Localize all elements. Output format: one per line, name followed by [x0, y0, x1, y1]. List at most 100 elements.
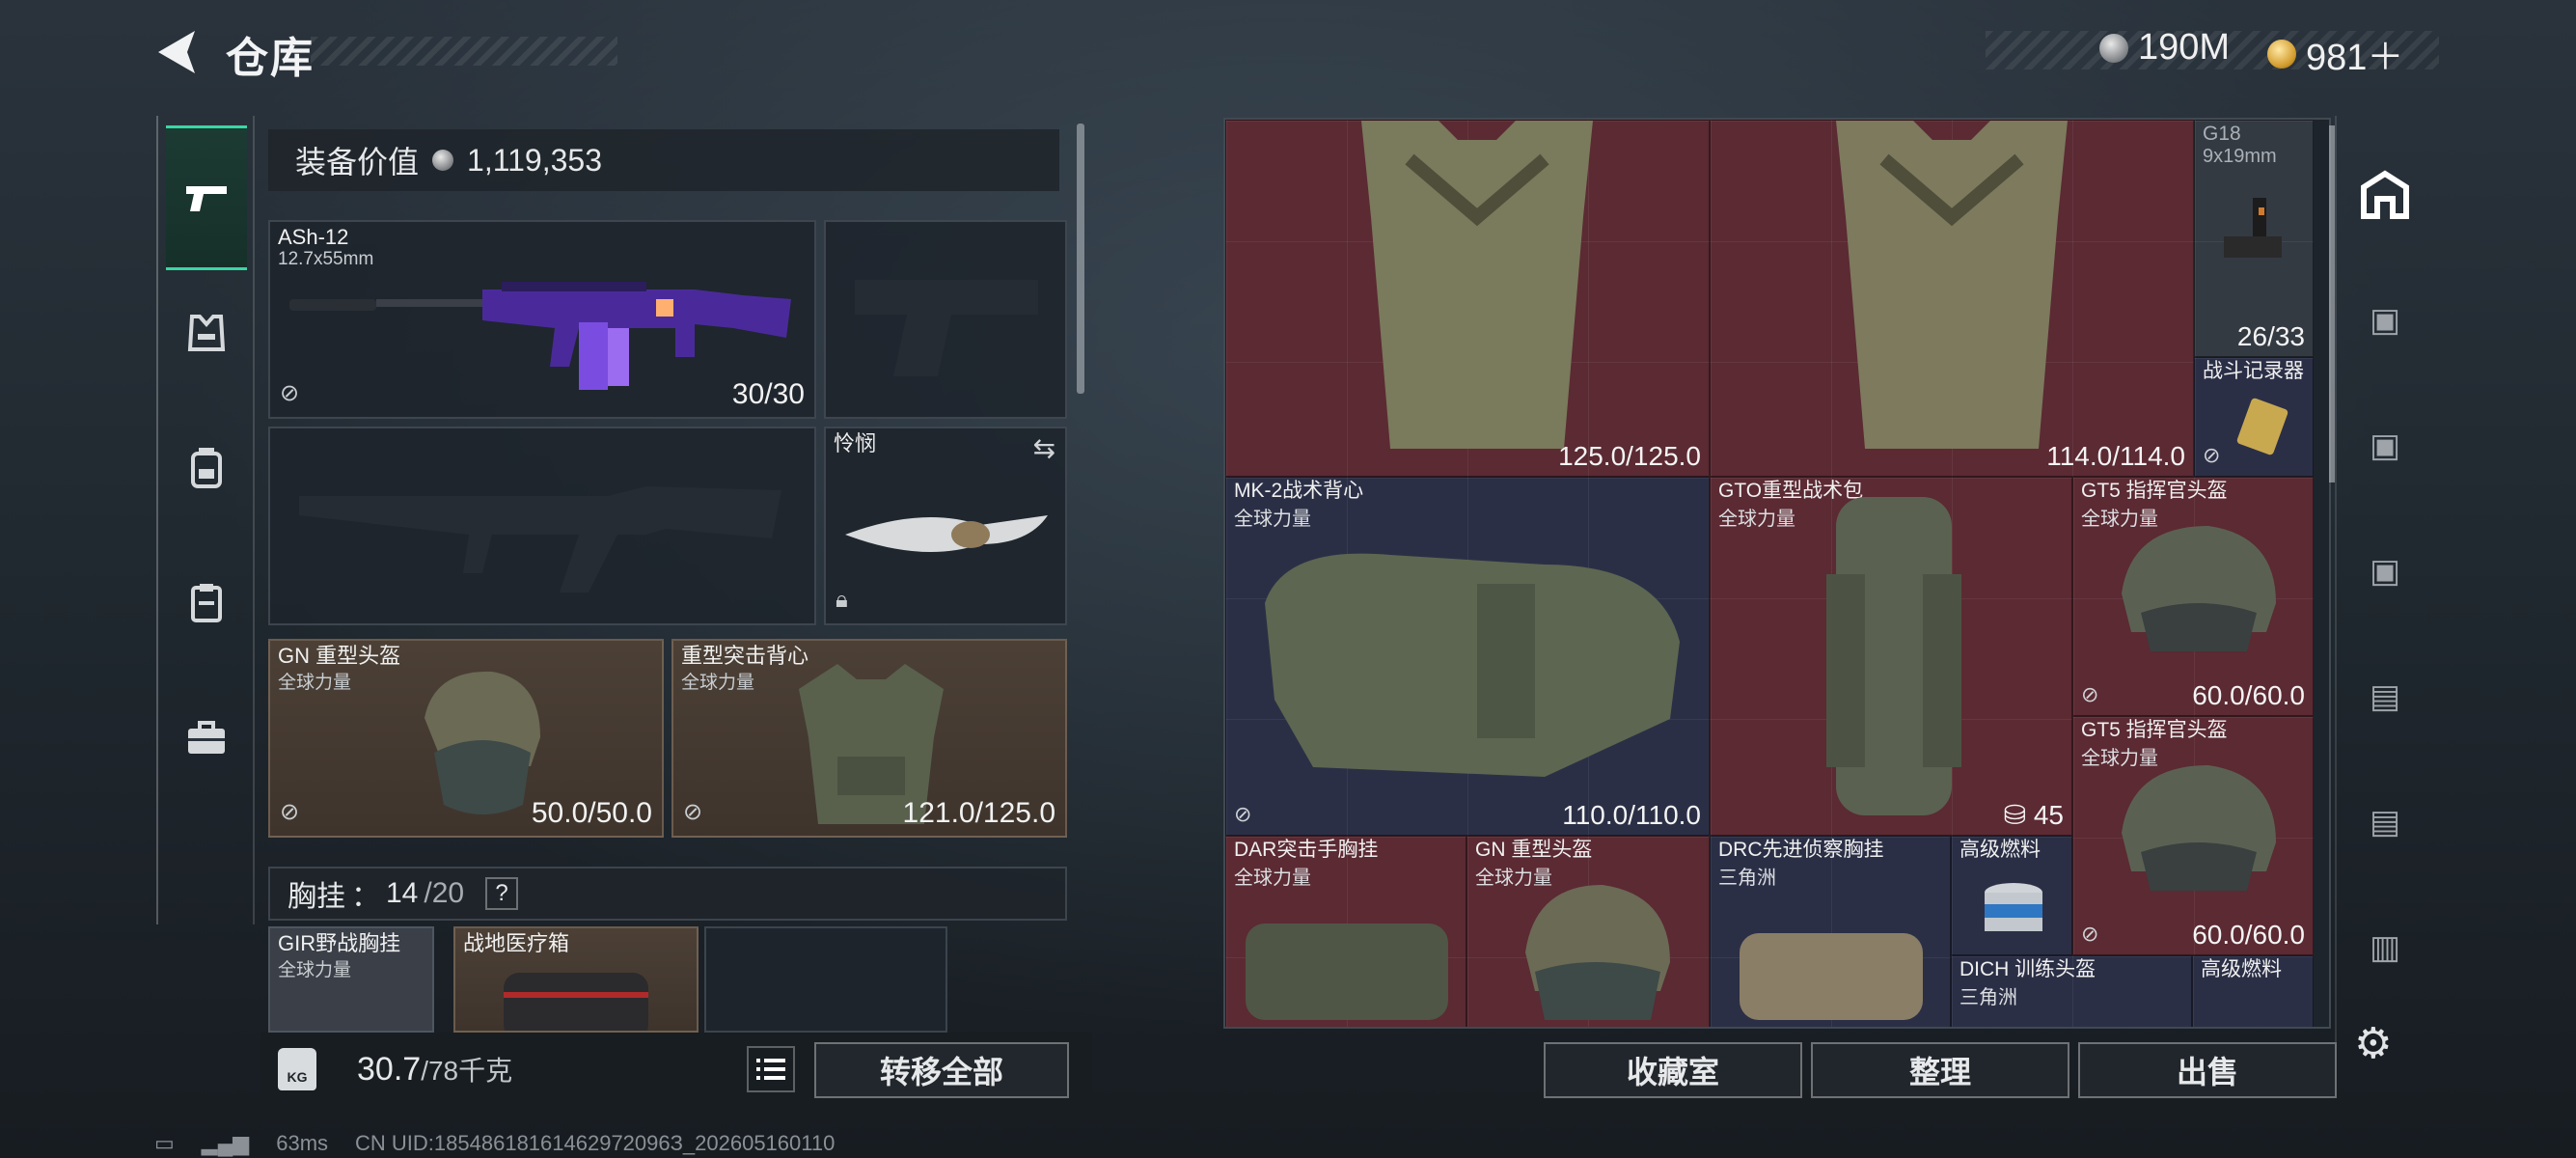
- tab-extension-5[interactable]: ▤: [2354, 791, 2416, 853]
- equipment-value-row: 装备价值 1,119,353: [268, 129, 1059, 191]
- crate-icon: ▣: [2369, 553, 2401, 590]
- item-name: DICH 训练头盔: [1959, 958, 2096, 980]
- chest-rig-used: 14: [386, 877, 419, 909]
- collection-room-button[interactable]: 收藏室: [1544, 1042, 1802, 1098]
- nav-firearms[interactable]: [166, 125, 247, 270]
- nav-chest-rig[interactable]: [166, 531, 247, 676]
- item-faction: 三角洲: [1718, 868, 1776, 889]
- rig-item-medkit[interactable]: 战地医疗箱: [453, 926, 699, 1033]
- helmet-image: [425, 671, 540, 814]
- lock-icon: 🔒︎: [836, 587, 848, 613]
- slot-melee[interactable]: 怜悯 ⇆ 🔒︎: [824, 427, 1067, 625]
- vest-icon: [187, 315, 226, 351]
- grid-item-fuel-a[interactable]: 高级燃料: [1951, 836, 2072, 955]
- backpack-small-icon: ⛁: [2003, 800, 2034, 830]
- grid-item-mk2[interactable]: MK-2战术背心 全球力量 ⊘ 110.0/110.0: [1225, 477, 1710, 836]
- not-insured-icon: ⊘: [2203, 443, 2221, 467]
- nav-backpack[interactable]: [166, 396, 247, 540]
- rig-icon: [191, 584, 222, 622]
- slot-second-weapon-empty[interactable]: [268, 427, 816, 625]
- warehouse-tabs: ▣ ▣ ▣ ▤ ▤ ▥: [2335, 116, 2431, 1042]
- item-count-value: 45: [2033, 800, 2064, 830]
- grid-item-drc[interactable]: DRC先进侦察胸挂 三角洲: [1710, 836, 1951, 1027]
- grid-item-gt5-a[interactable]: GT5 指挥官头盔 全球力量 ⊘ 60.0/60.0: [2072, 477, 2314, 716]
- not-insured-icon: ⊘: [280, 380, 300, 406]
- grid-item-recorder[interactable]: 战斗记录器 ⊘: [2194, 357, 2314, 477]
- tab-extension-2[interactable]: ▣: [2354, 415, 2416, 477]
- back-button[interactable]: [152, 25, 201, 79]
- gold-coin-icon: [2267, 39, 2296, 69]
- slot-armor[interactable]: 重型突击背心 全球力量 ⊘ 121.0/125.0: [671, 639, 1067, 838]
- item-name: GN 重型头盔: [1475, 839, 1593, 861]
- item-name: DRC先进侦察胸挂: [1718, 839, 1884, 861]
- crate-icon: ▣: [2369, 302, 2401, 339]
- title-decoration: [311, 37, 617, 66]
- grid-item-armor-a[interactable]: 125.0/125.0: [1225, 120, 1710, 477]
- transfer-all-button[interactable]: 转移全部: [814, 1042, 1069, 1098]
- not-insured-icon: ⊘: [2081, 682, 2099, 706]
- rig-item-gir[interactable]: GIR野战胸挂 全球力量: [268, 926, 434, 1033]
- weight-current: 30.7: [357, 1051, 422, 1088]
- slot-secondary-weapon-empty[interactable]: [824, 220, 1067, 419]
- medical-crate-icon: ▤: [2369, 678, 2401, 715]
- backpack-icon: [191, 448, 222, 488]
- uid-readout: CN UID:18548618161462972096З_20260516011…: [355, 1131, 836, 1155]
- not-insured-icon: ⊘: [1234, 802, 1252, 826]
- item-name: DAR突击手胸挂: [1234, 839, 1379, 861]
- tab-extension-3[interactable]: ▣: [2354, 540, 2416, 602]
- grid-item-fuel-b[interactable]: 高级燃料: [2192, 955, 2314, 1027]
- grid-item-gt5-b[interactable]: GT5 指挥官头盔 全球力量 ⊘ 60.0/60.0: [2072, 716, 2314, 955]
- helmet-name: GN 重型头盔: [278, 644, 401, 668]
- tab-extension-6[interactable]: ▥: [2354, 917, 2416, 979]
- slot-primary-weapon[interactable]: ASh-12 12.7x55mm ⊘ 30/30: [268, 220, 816, 419]
- grid-item-gto[interactable]: GTO重型战术包 全球力量 ⛁ 45: [1710, 477, 2072, 836]
- grid-item-dich[interactable]: DICH 训练头盔 三角洲: [1951, 955, 2192, 1027]
- pistol-icon: [186, 186, 227, 211]
- item-durability: 114.0/114.0: [2046, 441, 2185, 471]
- battery-icon: ▭: [154, 1131, 175, 1155]
- helmet-durability: 50.0/50.0: [531, 797, 652, 829]
- slot-helmet[interactable]: GN 重型头盔 全球力量 ⊘ 50.0/50.0: [268, 639, 664, 838]
- grid-item-armor-b[interactable]: 114.0/114.0: [1710, 120, 2194, 477]
- medkit-image: [504, 973, 648, 1031]
- chest-rig-capacity: 胸挂： 14/20 ?: [268, 867, 1067, 921]
- item-count: ⛁ 45: [2004, 799, 2064, 831]
- currency-gold[interactable]: 981＋: [2267, 27, 2403, 80]
- grid-item-dar[interactable]: DAR突击手胸挂 全球力量: [1225, 836, 1466, 1027]
- item-durability: 60.0/60.0: [2192, 920, 2305, 950]
- medical-crate-icon: ▤: [2369, 804, 2401, 841]
- organize-button[interactable]: 整理: [1811, 1042, 2069, 1098]
- rig-item-name: GIR野战胸挂: [278, 931, 401, 955]
- warehouse-grid: 125.0/125.0 114.0/114.0 G18 9x19mm 26/33…: [1223, 118, 2331, 1029]
- equipment-scrollbar[interactable]: [1077, 124, 1084, 394]
- recorder-image: [2236, 398, 2288, 455]
- fuel-can-image: [1985, 883, 2042, 931]
- grid-item-gn[interactable]: GN 重型头盔 全球力量: [1466, 836, 1710, 1027]
- tab-extension-4[interactable]: ▤: [2354, 666, 2416, 728]
- back-arrow-icon: [158, 31, 195, 73]
- warehouse-icon: [2361, 170, 2409, 219]
- item-name: 高级燃料: [2201, 958, 2282, 980]
- nav-case[interactable]: [166, 666, 247, 811]
- armor-durability: 121.0/125.0: [902, 797, 1055, 829]
- rig-slot-empty[interactable]: [704, 926, 947, 1033]
- helmet-image: [1525, 885, 1670, 1020]
- list-view-button[interactable]: [747, 1046, 795, 1092]
- page-title: 仓库: [226, 35, 315, 82]
- swap-icon[interactable]: ⇆: [1033, 432, 1055, 464]
- rifle-silhouette-icon: [299, 486, 781, 593]
- briefcase-icon: [188, 721, 225, 754]
- item-faction: 全球力量: [1718, 509, 1795, 530]
- grid-item-g18[interactable]: G18 9x19mm 26/33: [2194, 120, 2314, 357]
- weight-readout: 30.7/78千克: [357, 1050, 512, 1089]
- helmet-image: [2122, 765, 2276, 891]
- rig-item-faction: 全球力量: [278, 960, 352, 980]
- sell-button[interactable]: 出售: [2078, 1042, 2337, 1098]
- tab-extension-1[interactable]: ▣: [2354, 290, 2416, 351]
- helmet-image: [2122, 526, 2276, 651]
- nav-armor[interactable]: [166, 261, 247, 405]
- help-button[interactable]: ?: [485, 877, 519, 910]
- currency-silver[interactable]: 190M: [2099, 27, 2230, 69]
- settings-button[interactable]: ⚙: [2354, 1019, 2392, 1068]
- tab-warehouse-main[interactable]: [2354, 164, 2416, 226]
